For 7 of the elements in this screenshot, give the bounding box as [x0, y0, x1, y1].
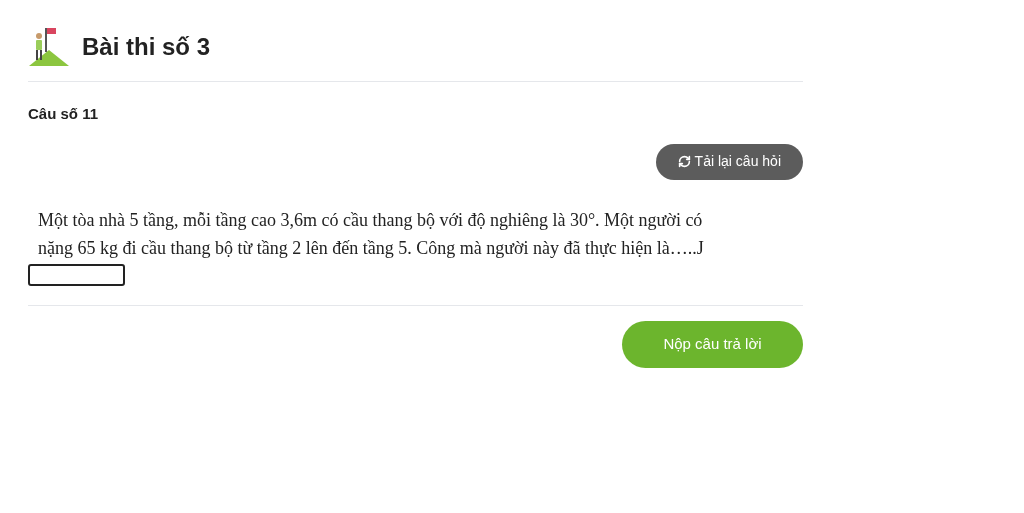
refresh-icon	[677, 155, 691, 168]
reload-question-button[interactable]: Tải lại câu hỏi	[655, 143, 803, 180]
question-text: Một tòa nhà 5 tầng, mỗi tầng cao 3,6m có cầu thang bộ với độ nghiêng là 30°. Một người có nặng 65 kg đi cầu thang bộ từ tầng 2 lên đến tầng 5. Công mà người này đã thực hiện là…..J	[38, 208, 705, 260]
hiker-flag-icon	[28, 26, 70, 68]
answer-field[interactable]	[28, 263, 125, 286]
exam-title: Bài thi số 3	[82, 32, 211, 62]
question-label: Câu số 11	[28, 104, 100, 124]
